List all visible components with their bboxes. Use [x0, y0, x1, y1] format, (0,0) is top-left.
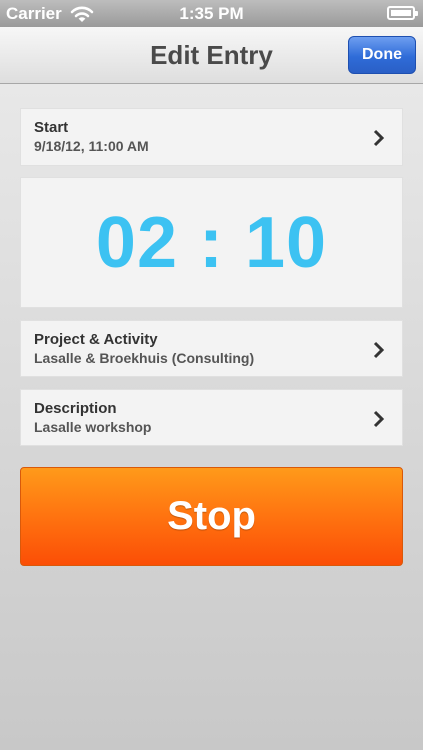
battery-icon	[387, 6, 418, 20]
start-label: Start	[34, 119, 69, 136]
status-time: 1:35 PM	[179, 4, 244, 23]
timer-panel: 02 : 10	[20, 177, 403, 308]
elapsed-timer: 02 : 10	[95, 203, 328, 283]
start-value: 9/18/12, 11:00 AM	[34, 138, 149, 154]
project-label: Project & Activity	[34, 331, 158, 348]
stop-button[interactable]: Stop	[20, 467, 403, 566]
chevron-right-icon	[373, 341, 385, 359]
done-button[interactable]: Done	[348, 36, 416, 74]
status-bar: Carrier 1:35 PM	[0, 0, 423, 27]
navigation-bar: Edit Entry Done	[0, 27, 423, 84]
chevron-right-icon	[373, 410, 385, 428]
project-activity-row[interactable]: Project & Activity Lasalle & Broekhuis (…	[20, 320, 403, 377]
start-row[interactable]: Start 9/18/12, 11:00 AM	[20, 108, 403, 166]
description-row[interactable]: Description Lasalle workshop	[20, 389, 403, 446]
description-label: Description	[34, 400, 117, 417]
project-value: Lasalle & Broekhuis (Consulting)	[34, 350, 255, 366]
chevron-right-icon	[373, 129, 385, 147]
description-value: Lasalle workshop	[34, 419, 152, 435]
